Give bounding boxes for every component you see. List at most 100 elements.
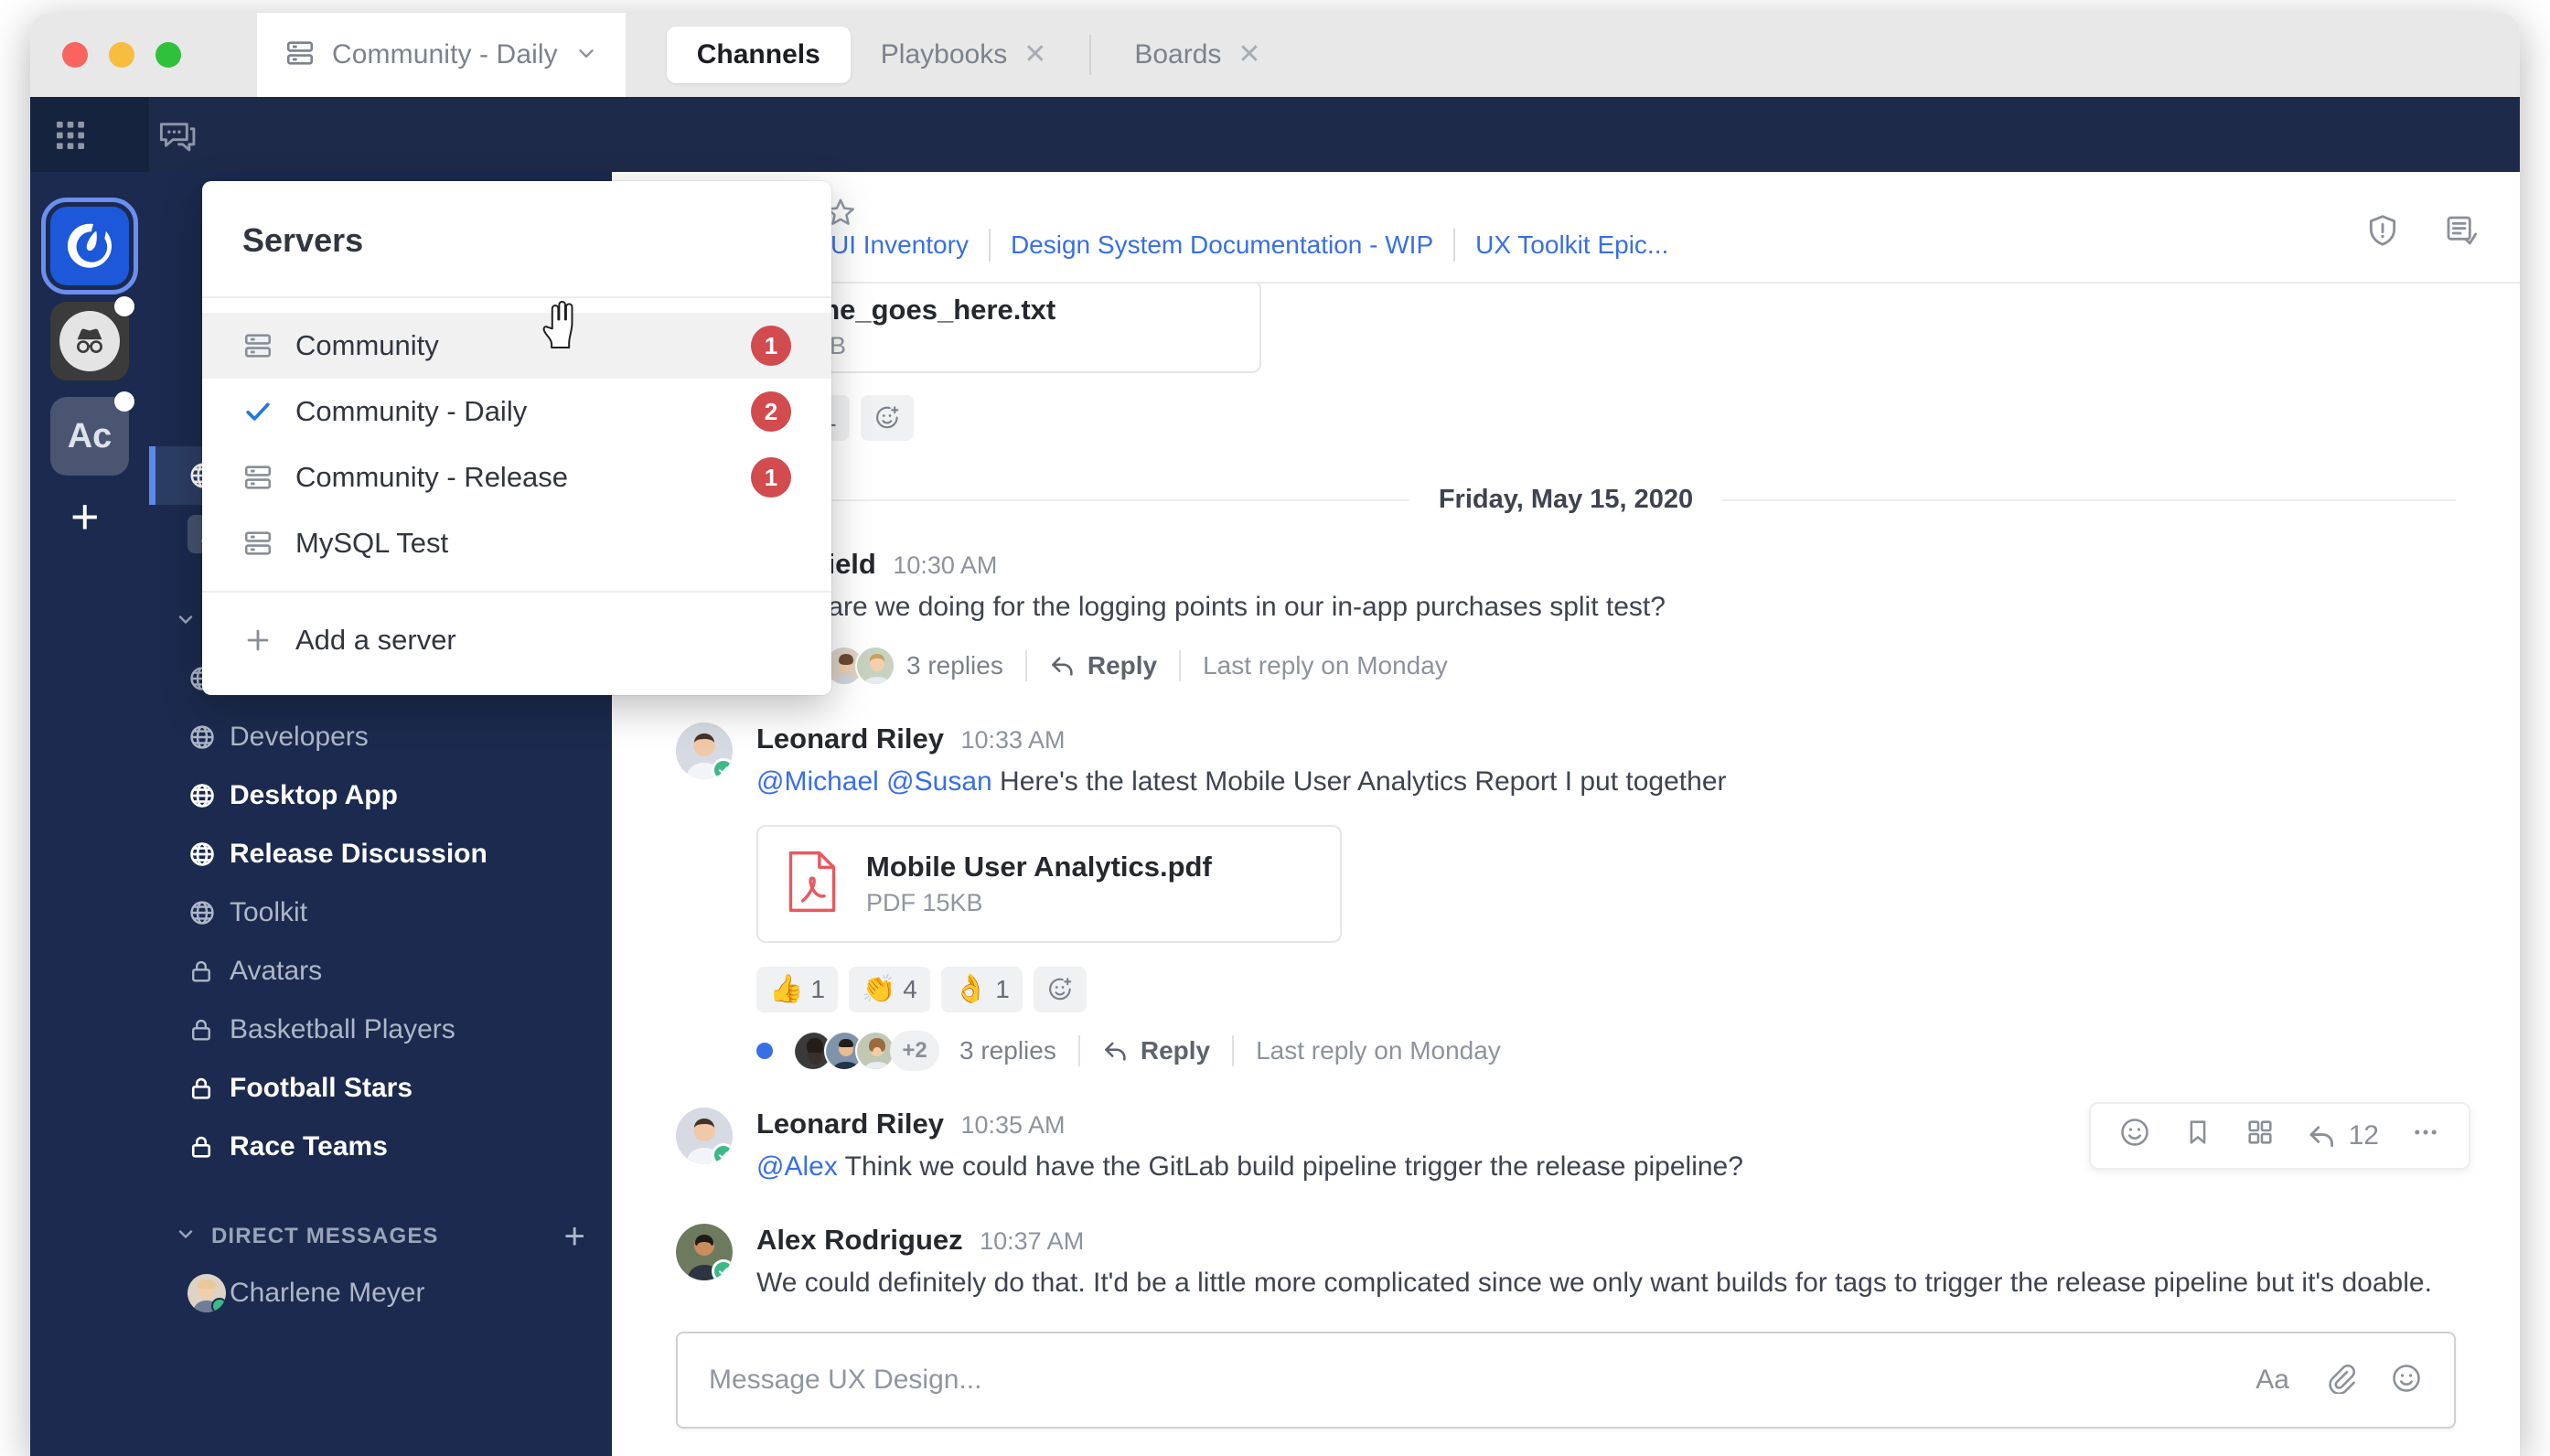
reaction-ok-hand[interactable]: 👌 1	[940, 967, 1023, 1013]
lock-icon	[188, 1075, 230, 1102]
sidebar-item-race-teams[interactable]: Race Teams	[149, 1118, 612, 1176]
chevron-down-icon	[574, 41, 598, 70]
server-item-community[interactable]: Community 1	[202, 313, 831, 379]
tab-playbooks[interactable]: Playbooks ✕	[851, 27, 1077, 83]
pinned-posts-icon[interactable]	[2443, 212, 2480, 253]
sidebar-category-label: DIRECT MESSAGES	[211, 1224, 439, 1248]
sidebar-item-avatars[interactable]: Avatars	[149, 942, 612, 1001]
message-composer[interactable]: Message UX Design... Aa	[676, 1332, 2456, 1429]
sidebar-item-label: Developers	[230, 722, 369, 752]
server-item-community-release[interactable]: Community - Release 1	[202, 444, 831, 510]
emoji-icon[interactable]	[2118, 1116, 2151, 1156]
team-unread-indicator	[114, 296, 134, 316]
post-timestamp: 10:35 AM	[960, 1111, 1066, 1140]
reaction-thumbsup[interactable]: 👍 1	[756, 967, 838, 1013]
reply-button[interactable]: Reply	[1102, 1036, 1210, 1065]
mention-alex[interactable]: @Alex	[756, 1151, 838, 1182]
sidebar-category-direct-messages[interactable]: DIRECT MESSAGES +	[149, 1209, 612, 1264]
close-icon[interactable]: ✕	[1023, 41, 1046, 69]
post-text: @Michael @Susan Here's the latest Mobile…	[756, 763, 2456, 802]
mention-michael[interactable]: @Michael	[756, 766, 879, 797]
avatar[interactable]	[676, 1108, 733, 1165]
server-item-mysql-test[interactable]: MySQL Test	[202, 510, 831, 576]
reply-count-button[interactable]: 12	[2307, 1120, 2379, 1151]
sidebar-categories: CHANNELS Contributors Developers Desktop…	[149, 594, 612, 1322]
reply-button[interactable]: Reply	[1049, 651, 1157, 680]
post-meta: Whitfield 10:30 AM	[756, 548, 2456, 581]
header-divider	[988, 229, 991, 262]
divider	[1077, 1035, 1080, 1067]
post-body: Whitfield 10:30 AM What are we doing for…	[756, 548, 2456, 686]
emoji-icon[interactable]	[2390, 1362, 2423, 1399]
add-server-button[interactable]: Add a server	[202, 607, 831, 673]
team-item-incognito[interactable]	[50, 296, 134, 380]
chevron-down-icon[interactable]	[175, 608, 197, 637]
sidebar-item-release-discussion[interactable]: Release Discussion	[149, 825, 612, 883]
message-input[interactable]: Message UX Design...	[709, 1365, 2255, 1396]
avatar[interactable]	[676, 1223, 733, 1280]
sidebar-item-desktop-app[interactable]: Desktop App	[149, 766, 612, 825]
product-switcher-button[interactable]	[52, 117, 89, 158]
attachment-icon[interactable]	[2324, 1363, 2355, 1398]
server-selector-button[interactable]: Community - Daily	[257, 13, 626, 97]
more-icon[interactable]	[2410, 1117, 2441, 1155]
channel-header-link-1[interactable]: UI Inventory	[830, 230, 969, 260]
avatar[interactable]	[676, 722, 733, 779]
server-item-label: MySQL Test	[295, 527, 449, 559]
post-meta: Leonard Riley 10:33 AM	[756, 723, 2456, 755]
server-item-community-daily[interactable]: Community - Daily 2	[202, 379, 831, 444]
servers-dropdown-footer: Add a server	[202, 591, 831, 695]
servers-dropdown-title: Servers	[202, 181, 831, 298]
reaction-row: 👍 1 👏 4 👌 1	[756, 967, 2456, 1013]
sidebar-item-label: Release Discussion	[230, 839, 488, 869]
servers-dropdown-menu: Servers Community 1 Community - Daily 2 …	[202, 181, 831, 695]
sidebar-item-developers[interactable]: Developers	[149, 708, 612, 766]
thread-footer[interactable]: +2 3 replies Reply Last reply on Monday	[756, 1031, 2456, 1072]
add-reaction-button[interactable]	[1033, 967, 1087, 1013]
status-badge	[712, 1258, 733, 1280]
file-attachment-card[interactable]: Mobile User Analytics.pdf PDF 15KB	[756, 825, 1342, 944]
file-name: Mobile User Analytics.pdf	[866, 851, 1212, 883]
formatting-button[interactable]: Aa	[2255, 1365, 2289, 1396]
maximize-window-button[interactable]	[155, 42, 181, 68]
date-divider-label: Friday, May 15, 2020	[1438, 485, 1694, 514]
minimize-window-button[interactable]	[109, 42, 134, 68]
chevron-down-icon[interactable]	[175, 1223, 197, 1251]
status-badge	[712, 1143, 733, 1165]
team-item-mattermost[interactable]	[41, 198, 138, 294]
save-icon[interactable]	[2182, 1117, 2213, 1155]
thread-footer[interactable]: 3 replies Reply Last reply on Monday	[756, 645, 2456, 686]
mention-susan[interactable]: @Susan	[886, 766, 992, 797]
channel-info-icon[interactable]	[2364, 212, 2401, 253]
server-icon	[242, 330, 295, 361]
channel-header-link-3[interactable]: UX Toolkit Epic...	[1475, 230, 1668, 260]
post-timestamp: 10:33 AM	[960, 725, 1066, 754]
post-author[interactable]: Leonard Riley	[756, 1108, 944, 1140]
reaction-clap[interactable]: 👏 4	[848, 967, 930, 1013]
sidebar-item-charlene-meyer[interactable]: Charlene Meyer	[149, 1264, 612, 1322]
thread-last-reply: Last reply on Monday	[1203, 650, 1448, 680]
divider	[1179, 649, 1182, 681]
close-icon[interactable]: ✕	[1238, 41, 1260, 69]
add-direct-message-button[interactable]: +	[564, 1218, 586, 1255]
traffic-lights	[62, 42, 181, 68]
channel-header-link-2[interactable]: Design System Documentation - WIP	[1011, 230, 1433, 260]
thread-participant-overflow: +2	[890, 1031, 939, 1072]
tab-channels[interactable]: Channels	[666, 27, 851, 83]
team-item-ac[interactable]: Ac	[50, 391, 134, 476]
actions-icon[interactable]	[2245, 1117, 2276, 1155]
tab-boards[interactable]: Boards ✕	[1104, 27, 1291, 83]
post-author[interactable]: Alex Rodriguez	[756, 1224, 963, 1256]
add-team-button[interactable]: +	[70, 492, 129, 541]
post-author[interactable]: Leonard Riley	[756, 723, 944, 755]
ok-hand-icon: 👌	[953, 974, 989, 1005]
sidebar-item-toolkit[interactable]: Toolkit	[149, 883, 612, 942]
sidebar-item-label: Race Teams	[230, 1131, 388, 1162]
chat-bubble-icon[interactable]	[158, 119, 198, 160]
sidebar-item-basketball-players[interactable]: Basketball Players	[149, 1001, 612, 1059]
close-window-button[interactable]	[62, 42, 88, 68]
reaction-count: 1	[810, 975, 825, 1004]
sidebar-item-football-stars[interactable]: Football Stars	[149, 1059, 612, 1118]
add-reaction-button[interactable]	[860, 395, 914, 441]
post-list[interactable]: Filename_goes_here.txt TXT 15KB 👏 4 👌	[612, 284, 2520, 1344]
